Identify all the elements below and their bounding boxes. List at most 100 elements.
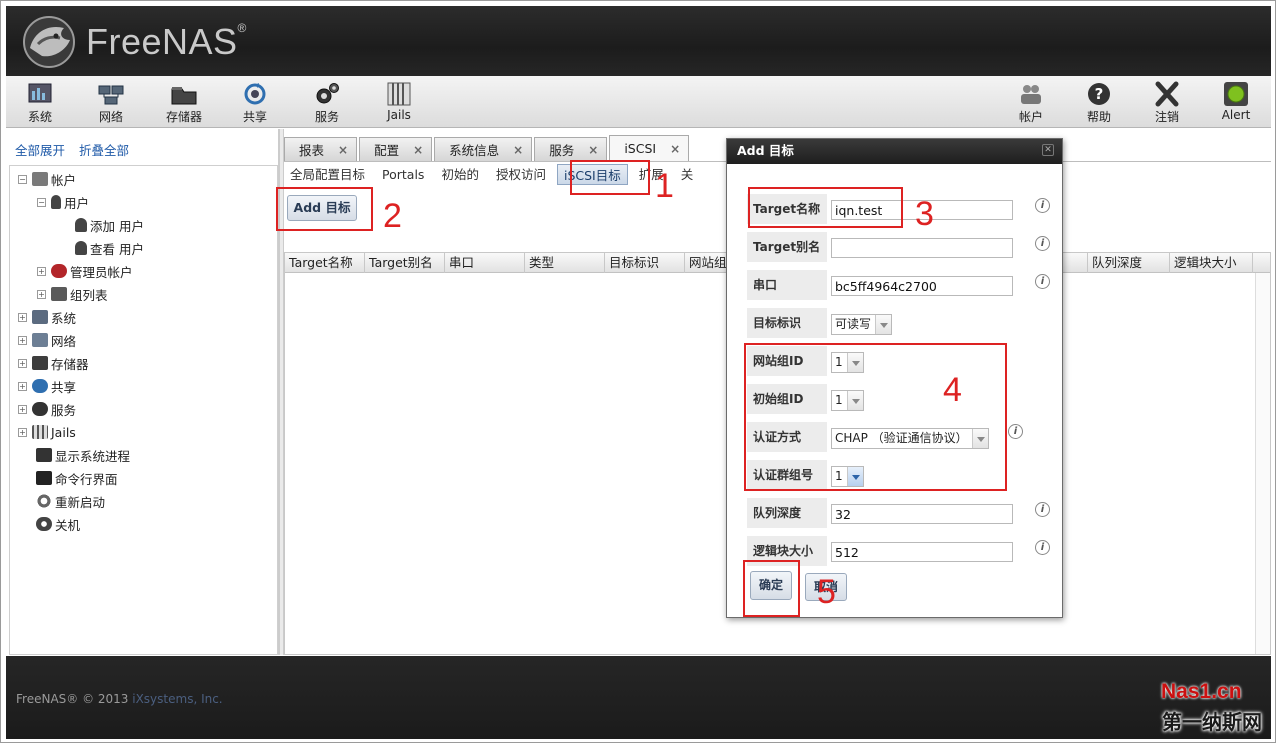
annotation-number-2: 2 [383, 197, 402, 235]
tab-reports[interactable]: 报表 × [284, 137, 358, 161]
column-header[interactable]: 队列深度 [1088, 253, 1170, 273]
network-icon [98, 85, 124, 105]
expand-all-link[interactable]: 全部展开 [15, 143, 65, 158]
tree-item-network[interactable]: + 网络 [18, 330, 76, 350]
tree-item-admin-accounts[interactable]: + 管理员帐户 [37, 261, 133, 281]
toolbar-services-button[interactable]: 服务 [298, 79, 356, 125]
close-icon[interactable]: × [338, 143, 348, 157]
collapse-all-link[interactable]: 折叠全部 [79, 143, 129, 158]
subtab-authorized-access[interactable]: 授权访问 [490, 164, 552, 185]
help-icon: ? [1088, 83, 1110, 105]
toolbar-alert-button[interactable]: Alert [1207, 79, 1265, 122]
info-icon[interactable]: i [1035, 540, 1050, 555]
field-target-alias: Target别名 i [727, 232, 1064, 270]
close-icon[interactable]: × [513, 143, 523, 157]
column-header[interactable]: 类型 [525, 253, 605, 273]
expand-toggle[interactable]: + [18, 335, 27, 345]
field-label: 串口 [747, 270, 827, 300]
jails-icon [32, 425, 48, 439]
tree-item-reboot[interactable]: 重新启动 [36, 491, 105, 511]
tab-settings[interactable]: 配置 × [359, 137, 433, 161]
tree-item-users[interactable]: − 用户 [37, 192, 89, 212]
tab-bar: 报表 × 配置 × 系统信息 × 服务 × iSCSI × [284, 135, 691, 161]
sharing-icon [244, 83, 266, 105]
alert-icon [1224, 82, 1248, 106]
info-icon[interactable]: i [1035, 274, 1050, 289]
column-header[interactable]: Target别名 [365, 253, 445, 273]
collapse-toggle[interactable]: − [37, 197, 46, 207]
tree-item-services[interactable]: + 服务 [18, 399, 76, 419]
chevron-down-icon [875, 315, 892, 334]
toolbar-jails-button[interactable]: Jails [370, 79, 428, 122]
tree-item-shell[interactable]: 命令行界面 [36, 468, 118, 488]
annotation-box-3 [748, 187, 903, 228]
ixsystems-link[interactable]: iXsystems, Inc. [132, 692, 222, 706]
grid-scrollbar[interactable] [1255, 273, 1270, 654]
tree-item-jails[interactable]: + Jails [18, 422, 76, 442]
app-footer: FreeNAS® © 2013 iXsystems, Inc. Nas1.cn … [6, 656, 1271, 739]
info-icon[interactable]: i [1035, 236, 1050, 251]
annotation-box-2 [276, 187, 373, 231]
expand-toggle[interactable]: + [18, 358, 27, 368]
network-icon [32, 333, 48, 347]
tree-item-system[interactable]: + 系统 [18, 307, 76, 327]
info-icon[interactable]: i [1035, 198, 1050, 213]
target-flags-select[interactable]: 可读写 [831, 314, 893, 335]
expand-toggle[interactable]: + [37, 289, 46, 299]
toolbar-logout-button[interactable]: 注销 [1138, 79, 1196, 125]
tab-system-info[interactable]: 系统信息 × [434, 137, 533, 161]
collapse-toggle[interactable]: − [18, 174, 27, 184]
tab-services[interactable]: 服务 × [534, 137, 608, 161]
toolbar-account-button[interactable]: 帐户 [1002, 79, 1060, 125]
close-icon[interactable]: × [413, 143, 423, 157]
subtab-initiators[interactable]: 初始的 [435, 164, 485, 185]
tree-item-accounts[interactable]: − 帐户 [18, 169, 76, 189]
column-header[interactable]: 串口 [445, 253, 525, 273]
block-size-input[interactable] [831, 542, 1013, 562]
expand-toggle[interactable]: + [18, 312, 27, 322]
expand-toggle[interactable]: + [18, 427, 27, 437]
toolbar-storage-button[interactable]: 存储器 [155, 79, 213, 125]
close-icon[interactable]: × [588, 143, 598, 157]
subtab-portals[interactable]: Portals [376, 164, 430, 185]
user-icon [51, 195, 61, 209]
tree-item-shutdown[interactable]: 关机 [36, 514, 80, 534]
tree-item-groups[interactable]: + 组列表 [37, 284, 108, 304]
toolbar-sharing-button[interactable]: 共享 [226, 79, 284, 125]
tree-item-add-user[interactable]: 添加 用户 [75, 215, 144, 235]
annotation-box-5 [743, 560, 800, 617]
column-header[interactable]: Target名称 [285, 253, 365, 273]
queue-depth-input[interactable] [831, 504, 1013, 524]
dialog-close-icon[interactable]: ✕ [1042, 144, 1054, 156]
view-users-icon [75, 241, 87, 255]
column-header[interactable]: 目标标识 [605, 253, 685, 273]
freenas-window: FreeNAS® 系统 网络 存储器 共享 服务 Jails 帐户 ? 帮助 注… [0, 0, 1276, 743]
toolbar-system-button[interactable]: 系统 [11, 79, 69, 125]
dialog-title: Add 目标 ✕ [727, 139, 1062, 164]
navigation-tree: − 帐户 − 用户 添加 用户 查看 用户 + 管理员帐户 + 组列表 + 系统 + 网络 … [9, 165, 278, 655]
tree-item-processes[interactable]: 显示系统进程 [36, 445, 130, 465]
expand-toggle[interactable]: + [18, 404, 27, 414]
main-toolbar: 系统 网络 存储器 共享 服务 Jails 帐户 ? 帮助 注销 Alert [6, 76, 1271, 128]
info-icon[interactable]: i [1008, 424, 1023, 439]
tree-item-view-users[interactable]: 查看 用户 [75, 238, 144, 258]
subtab-associated[interactable]: 关 [675, 164, 700, 185]
tab-iscsi[interactable]: iSCSI × [609, 135, 690, 161]
tree-item-sharing[interactable]: + 共享 [18, 376, 76, 396]
sharing-icon [32, 379, 48, 393]
subtab-global-config[interactable]: 全局配置目标 [284, 164, 371, 185]
close-icon[interactable]: × [670, 142, 680, 156]
toolbar-network-button[interactable]: 网络 [82, 79, 140, 125]
serial-input[interactable] [831, 276, 1013, 296]
freenas-logo-icon [23, 16, 75, 68]
target-alias-input[interactable] [831, 238, 1013, 258]
annotation-box-1 [570, 160, 650, 195]
system-icon [28, 83, 52, 103]
expand-toggle[interactable]: + [37, 266, 46, 276]
tree-item-storage[interactable]: + 存储器 [18, 353, 89, 373]
services-icon [316, 83, 339, 104]
toolbar-help-button[interactable]: ? 帮助 [1070, 79, 1128, 125]
expand-toggle[interactable]: + [18, 381, 27, 391]
column-header[interactable]: 逻辑块大小 [1170, 253, 1253, 273]
info-icon[interactable]: i [1035, 502, 1050, 517]
